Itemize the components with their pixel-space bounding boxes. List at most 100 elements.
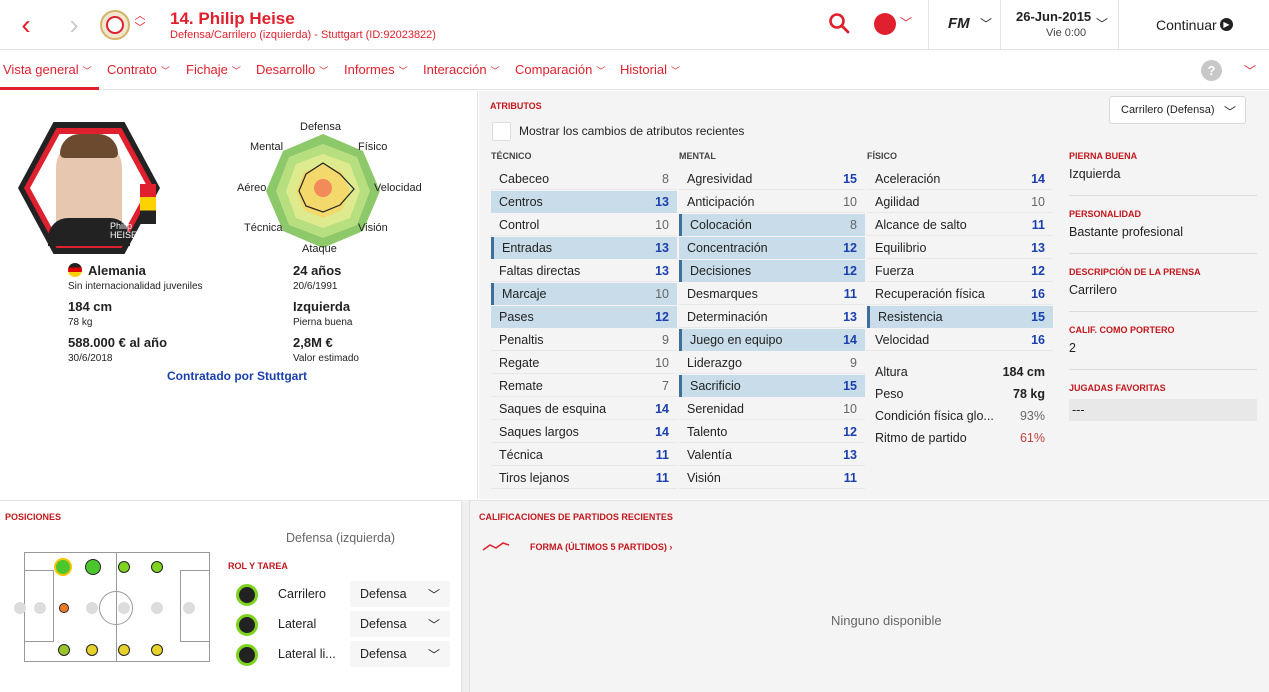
- forward-arrow-icon[interactable]: ›: [62, 11, 86, 39]
- attribute-row[interactable]: Tiros lejanos 11: [491, 467, 677, 489]
- attribute-value: 13: [655, 241, 669, 255]
- attribute-row[interactable]: Entradas 13: [491, 237, 677, 259]
- attribute-row[interactable]: Saques de esquina 14: [491, 398, 677, 420]
- position-dot[interactable]: [86, 602, 98, 614]
- position-dot[interactable]: [54, 558, 72, 576]
- role-row[interactable]: Carrilero Defensa ﹀: [234, 581, 450, 609]
- attribute-row[interactable]: Pases 12: [491, 306, 677, 328]
- position-dot[interactable]: [118, 644, 130, 656]
- chevron-down-icon[interactable]: ﹀: [428, 646, 440, 663]
- chevron-down-icon[interactable]: ﹀: [1096, 15, 1108, 32]
- attribute-row[interactable]: Marcaje 10: [491, 283, 677, 305]
- attribute-row[interactable]: Centros 13: [491, 191, 677, 213]
- attribute-row[interactable]: Técnica 11: [491, 444, 677, 466]
- radar-label-mental: Mental: [250, 141, 284, 153]
- role-select-value[interactable]: Carrilero (Defensa): [1121, 104, 1215, 116]
- chevron-down-icon[interactable]: ﹀: [1224, 103, 1236, 120]
- attribute-row[interactable]: Resistencia 15: [867, 306, 1053, 328]
- play-icon[interactable]: ▶: [1220, 18, 1233, 31]
- attribute-row[interactable]: Recuperación física 16: [867, 283, 1053, 305]
- position-dot[interactable]: [118, 561, 130, 573]
- attribute-name: Visión: [687, 471, 721, 485]
- attribute-row[interactable]: Colocación 8: [679, 214, 865, 236]
- tab-informes[interactable]: Informes ﹀: [344, 62, 408, 77]
- attribute-row[interactable]: Agilidad 10: [867, 191, 1053, 213]
- duty-select[interactable]: Defensa ﹀: [350, 611, 450, 637]
- chevron-down-icon[interactable]: ﹀: [900, 14, 912, 31]
- position-dot[interactable]: [34, 602, 46, 614]
- attribute-row[interactable]: Valentía 13: [679, 444, 865, 466]
- attribute-row[interactable]: Liderazgo 9: [679, 352, 865, 374]
- search-icon[interactable]: [828, 12, 852, 36]
- duty-select[interactable]: Defensa ﹀: [350, 581, 450, 607]
- attribute-row[interactable]: Faltas directas 13: [491, 260, 677, 282]
- height: 184 cm: [68, 299, 113, 314]
- attribute-row[interactable]: Decisiones 12: [679, 260, 865, 282]
- attribute-row[interactable]: Aceleración 14: [867, 168, 1053, 190]
- attribute-row[interactable]: Desmarques 11: [679, 283, 865, 305]
- attribute-row[interactable]: Penaltis 9: [491, 329, 677, 351]
- continue-button[interactable]: Continuar: [1156, 17, 1217, 33]
- attribute-row[interactable]: Determinación 13: [679, 306, 865, 328]
- attribute-name: Recuperación física: [875, 287, 985, 301]
- form-link[interactable]: FORMA (ÚLTIMOS 5 PARTIDOS) ›: [530, 542, 672, 552]
- physical-extra-name: Condición física glo...: [875, 409, 994, 423]
- player-subtitle[interactable]: Defensa/Carrilero (izquierda) - Stuttgar…: [170, 29, 436, 41]
- signed-by-link[interactable]: Contratado por Stuttgart: [167, 369, 307, 383]
- attribute-row[interactable]: Alcance de salto 11: [867, 214, 1053, 236]
- nationality[interactable]: Alemania: [88, 263, 146, 278]
- attribute-value: 11: [1031, 218, 1045, 232]
- position-dot[interactable]: [86, 644, 98, 656]
- globe-icon[interactable]: [874, 13, 896, 35]
- attribute-row[interactable]: Saques largos 14: [491, 421, 677, 443]
- attribute-row[interactable]: Remate 7: [491, 375, 677, 397]
- tab-interaccion[interactable]: Interacción ﹀: [423, 62, 500, 77]
- position-dot[interactable]: [183, 602, 195, 614]
- attribute-row[interactable]: Cabeceo 8: [491, 168, 677, 190]
- position-dot[interactable]: [85, 559, 101, 575]
- attribute-row[interactable]: Sacrificio 15: [679, 375, 865, 397]
- show-changes-checkbox[interactable]: [492, 122, 511, 141]
- chevron-down-icon[interactable]: ﹀: [1244, 62, 1256, 79]
- tab-desarrollo[interactable]: Desarrollo ﹀: [256, 62, 328, 77]
- attribute-row[interactable]: Anticipación 10: [679, 191, 865, 213]
- position-dot[interactable]: [59, 603, 69, 613]
- attribute-row[interactable]: Equilibrio 13: [867, 237, 1053, 259]
- current-date[interactable]: 26-Jun-2015: [1016, 9, 1091, 24]
- attribute-row[interactable]: Serenidad 10: [679, 398, 865, 420]
- position-dot[interactable]: [14, 602, 26, 614]
- tab-comparacion[interactable]: Comparación ﹀: [515, 62, 605, 77]
- attribute-row[interactable]: Fuerza 12: [867, 260, 1053, 282]
- position-dot[interactable]: [151, 561, 163, 573]
- tab-vista-general[interactable]: Vista general ﹀: [3, 62, 92, 77]
- preferred-foot: Izquierda: [293, 299, 351, 314]
- role-row[interactable]: Lateral li... Defensa ﹀: [234, 641, 450, 669]
- attribute-row[interactable]: Visión 11: [679, 467, 865, 489]
- attribute-name: Penaltis: [499, 333, 544, 347]
- back-arrow-icon[interactable]: ‹: [14, 11, 38, 39]
- attribute-row[interactable]: Control 10: [491, 214, 677, 236]
- player-up-down-icon[interactable]: ︿ ﹀: [134, 10, 146, 38]
- tab-fichaje[interactable]: Fichaje ﹀: [186, 62, 241, 77]
- help-icon[interactable]: ?: [1201, 60, 1222, 81]
- chevron-down-icon[interactable]: ﹀: [980, 15, 992, 32]
- position-dot[interactable]: [58, 644, 70, 656]
- show-changes-label[interactable]: Mostrar los cambios de atributos recient…: [519, 124, 744, 138]
- chevron-down-icon[interactable]: ﹀: [428, 586, 440, 603]
- attribute-row[interactable]: Juego en equipo 14: [679, 329, 865, 351]
- role-row[interactable]: Lateral Defensa ﹀: [234, 611, 450, 639]
- fm-logo[interactable]: FM: [948, 15, 970, 32]
- position-dot[interactable]: [151, 602, 163, 614]
- attribute-row[interactable]: Agresividad 15: [679, 168, 865, 190]
- chevron-down-icon[interactable]: ﹀: [428, 616, 440, 633]
- attribute-row[interactable]: Concentración 12: [679, 237, 865, 259]
- position-dot[interactable]: [118, 602, 130, 614]
- tab-contrato[interactable]: Contrato ﹀: [107, 62, 170, 77]
- duty-select[interactable]: Defensa ﹀: [350, 641, 450, 667]
- tab-historial[interactable]: Historial ﹀: [620, 62, 680, 77]
- attribute-name: Marcaje: [502, 287, 547, 301]
- attribute-row[interactable]: Talento 12: [679, 421, 865, 443]
- attribute-row[interactable]: Velocidad 16: [867, 329, 1053, 351]
- position-dot[interactable]: [151, 644, 163, 656]
- attribute-row[interactable]: Regate 10: [491, 352, 677, 374]
